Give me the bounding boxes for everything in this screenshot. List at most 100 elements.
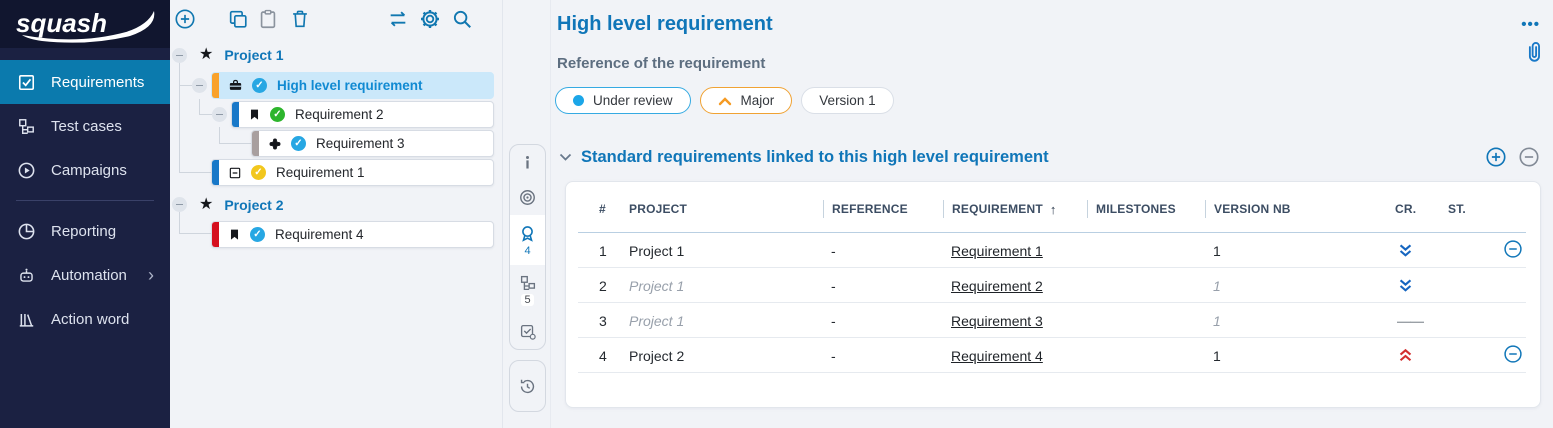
- more-menu-button[interactable]: •••: [1521, 16, 1540, 33]
- swap-panels-button[interactable]: [387, 8, 409, 30]
- squash-logo-swoosh-icon: squash: [8, 2, 162, 46]
- status-dot-icon: [573, 95, 584, 106]
- delete-button[interactable]: [289, 8, 311, 30]
- tree-node-label: Project 1: [224, 47, 283, 63]
- tree-connector: [179, 85, 192, 86]
- row-project: Project 1: [622, 243, 823, 259]
- rosette-icon: [518, 224, 537, 243]
- tree-node-requirement-2[interactable]: ✓ Requirement 2: [231, 101, 494, 128]
- sidebar-item-requirements[interactable]: Requirements: [0, 60, 170, 104]
- criticality-badge[interactable]: Major: [700, 87, 793, 114]
- requirement-link[interactable]: Requirement 2: [951, 278, 1043, 294]
- sidebar-item-label: Test cases: [51, 118, 122, 135]
- requirements-tree-panel: ★ Project 1 ✓ High level requirement ✓ R…: [170, 0, 503, 428]
- collapse-toggle-project-2[interactable]: [172, 197, 187, 212]
- sidebar-item-campaigns[interactable]: Campaigns: [0, 148, 170, 192]
- sidebar-item-label: Reporting: [51, 223, 116, 240]
- status-approved-badge-icon: ✓: [270, 107, 285, 122]
- settings-gear-icon[interactable]: [419, 8, 441, 30]
- tree-connector: [199, 114, 212, 115]
- bookmark-icon: [248, 108, 261, 121]
- paste-button[interactable]: [257, 8, 279, 30]
- tree-node-label: Project 2: [224, 197, 283, 213]
- tree-node-requirement-4[interactable]: ✓ Requirement 4: [211, 221, 494, 248]
- status-work-in-progress-badge-icon: ✓: [251, 165, 266, 180]
- remove-linked-requirement-button[interactable]: [1518, 146, 1540, 168]
- column-header-requirement[interactable]: REQUIREMENT ↑: [943, 200, 1087, 218]
- row-version: 1: [1205, 243, 1395, 259]
- anchor-linked-requirements-button[interactable]: 4: [510, 215, 545, 265]
- collapse-toggle-project-1[interactable]: [172, 48, 187, 63]
- section-actions: [1485, 146, 1540, 168]
- column-header-status[interactable]: ST.: [1448, 200, 1501, 218]
- anchor-target-button[interactable]: [510, 179, 545, 215]
- collapsed-folder-icon: [228, 166, 242, 180]
- collapse-toggle-high-level-requirement[interactable]: [192, 78, 207, 93]
- reporting-pie-chart-icon: [17, 222, 36, 241]
- tree-node-project-1[interactable]: ★ Project 1: [199, 45, 283, 65]
- version-badge[interactable]: Version 1: [801, 87, 893, 114]
- add-linked-requirement-button[interactable]: [1485, 146, 1507, 168]
- anchor-toolbar: 4 5: [503, 0, 551, 428]
- bookmark-icon: [228, 228, 241, 241]
- project-star-icon: ★: [199, 197, 213, 213]
- row-index: 2: [566, 278, 622, 294]
- copy-button[interactable]: [227, 8, 249, 30]
- tree-connector: [179, 62, 180, 173]
- column-header-version-nb[interactable]: VERSION NB: [1205, 200, 1395, 218]
- anchor-history-button[interactable]: [510, 368, 545, 404]
- column-header-index[interactable]: #: [566, 200, 622, 218]
- unlink-requirement-button[interactable]: [1503, 344, 1523, 364]
- requirement-link[interactable]: Requirement 1: [951, 243, 1043, 259]
- new-requirement-button[interactable]: [174, 8, 196, 30]
- tree-node-project-2[interactable]: ★ Project 2: [199, 195, 283, 215]
- unlink-requirement-button[interactable]: [1503, 239, 1523, 259]
- sidebar-item-automation[interactable]: Automation ›: [0, 253, 170, 297]
- action-word-library-icon: [17, 310, 36, 329]
- badge-row: Under review Major Version 1: [555, 87, 894, 114]
- anchor-group-history: [509, 360, 546, 412]
- search-icon[interactable]: [451, 8, 473, 30]
- sidebar-item-action-word[interactable]: Action word: [0, 297, 170, 341]
- anchor-verification-button[interactable]: [510, 314, 545, 349]
- requirement-link[interactable]: Requirement 3: [951, 313, 1043, 329]
- sidebar-nav: Requirements Test cases Campaigns: [0, 60, 170, 341]
- anchor-information-button[interactable]: [510, 145, 545, 179]
- campaigns-play-icon: [17, 161, 36, 180]
- status-badge[interactable]: Under review: [555, 87, 691, 114]
- requirement-link[interactable]: Requirement 4: [951, 348, 1043, 364]
- table-row: 2 Project 1 - Requirement 2 1: [566, 268, 1540, 303]
- column-header-project[interactable]: PROJECT: [622, 200, 823, 218]
- criticality-decreasing-icon: [1397, 243, 1414, 259]
- row-reference: -: [823, 348, 943, 364]
- anchor-linked-test-cases-button[interactable]: 5: [510, 265, 545, 314]
- information-icon: [519, 154, 536, 171]
- column-header-milestones[interactable]: MILESTONES: [1087, 200, 1205, 218]
- column-header-reference[interactable]: REFERENCE: [823, 200, 943, 218]
- criticality-none-icon: ——: [1397, 313, 1423, 329]
- verification-checklist-icon: [519, 323, 537, 341]
- requirements-checkbox-icon: [17, 73, 36, 92]
- sidebar-item-label: Automation: [51, 267, 127, 284]
- section-collapse-chevron-icon[interactable]: [559, 153, 572, 162]
- automation-robot-icon: [17, 266, 36, 285]
- tree-node-label: Requirement 4: [275, 227, 364, 242]
- row-version: 1: [1205, 348, 1395, 364]
- collapse-toggle-requirement-2[interactable]: [212, 107, 227, 122]
- sort-ascending-icon: ↑: [1050, 202, 1057, 217]
- sidebar-item-reporting[interactable]: Reporting: [0, 209, 170, 253]
- tree-connector: [179, 233, 211, 234]
- attachments-paperclip-icon[interactable]: [1523, 40, 1545, 66]
- linked-requirements-table-card: # PROJECT REFERENCE REQUIREMENT ↑ MILEST…: [565, 181, 1541, 408]
- linked-requirements-count: 4: [521, 245, 533, 257]
- tree-node-requirement-3[interactable]: ✓ Requirement 3: [251, 130, 494, 157]
- tree-node-requirement-1[interactable]: ✓ Requirement 1: [211, 159, 494, 186]
- logo-text: squash: [16, 8, 107, 38]
- tree-node-high-level-requirement[interactable]: ✓ High level requirement: [211, 72, 494, 99]
- history-icon: [518, 377, 537, 396]
- sidebar-item-test-cases[interactable]: Test cases: [0, 104, 170, 148]
- project-star-icon: ★: [199, 47, 213, 63]
- column-header-criticality[interactable]: CR.: [1395, 200, 1448, 218]
- tree-node-label: Requirement 1: [276, 165, 365, 180]
- criticality-badge-label: Major: [741, 93, 775, 108]
